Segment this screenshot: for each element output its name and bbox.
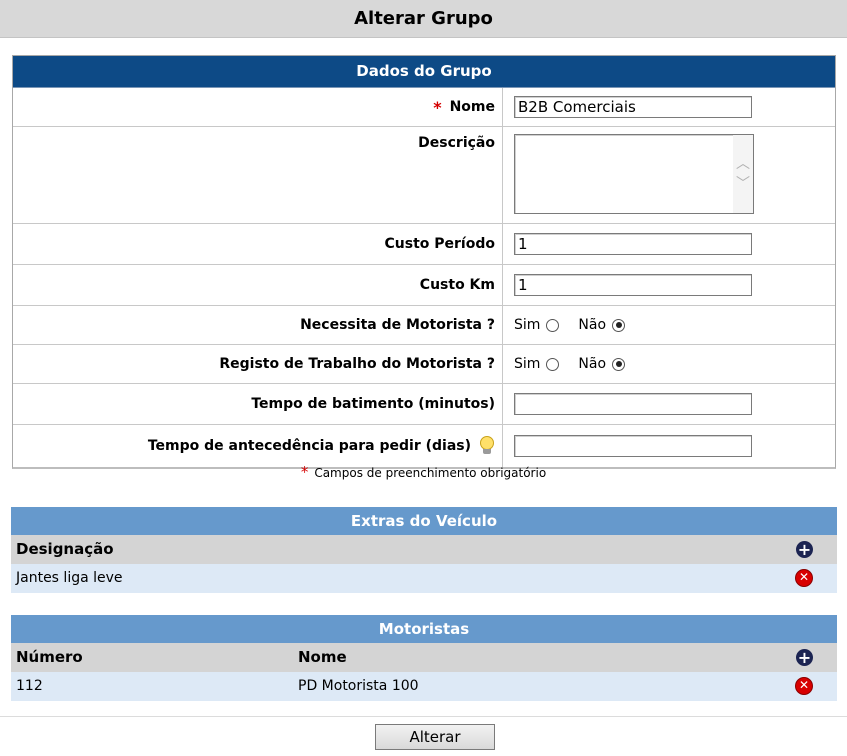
registo-sim-label: Sim xyxy=(514,356,541,372)
tempo-antecedencia-label-cell: Tempo de antecedência para pedir (dias) xyxy=(13,425,503,467)
column-designacao: Designação xyxy=(16,540,114,558)
custo-km-label: Custo Km xyxy=(419,277,495,293)
descricao-value-cell: ︿ ﹀ xyxy=(503,127,835,223)
registo-sim-radio[interactable] xyxy=(546,357,560,371)
delete-extra-icon[interactable]: ✕ xyxy=(795,569,813,587)
registo-nao-radio[interactable] xyxy=(612,357,626,371)
registo-label-cell: Registo de Trabalho do Motorista ? xyxy=(13,345,503,383)
nome-value-cell: B2B Comerciais xyxy=(503,88,835,126)
motoristas-header: Número Nome + xyxy=(11,643,837,672)
row-registo-trabalho: Registo de Trabalho do Motorista ? Sim N… xyxy=(13,345,835,384)
row-tempo-antecedencia: Tempo de antecedência para pedir (dias) xyxy=(13,425,835,467)
descricao-label-cell: Descrição xyxy=(13,127,503,223)
required-note-text: Campos de preenchimento obrigatório xyxy=(314,466,547,480)
scroll-up-icon[interactable]: ︿ xyxy=(736,154,750,174)
table-row: 112 PD Motorista 100 ✕ xyxy=(11,672,837,701)
extras-title: Extras do Veículo xyxy=(11,507,837,535)
necessita-label: Necessita de Motorista ? xyxy=(300,317,495,333)
registo-nao-label: Não xyxy=(578,356,607,372)
row-descricao: Descrição ︿ ﹀ xyxy=(13,127,835,224)
add-extra-icon[interactable]: + xyxy=(796,541,813,558)
custo-periodo-input[interactable]: 1 xyxy=(514,233,752,255)
add-motorista-icon[interactable]: + xyxy=(796,649,813,666)
row-tempo-batimento: Tempo de batimento (minutos) xyxy=(13,384,835,425)
row-nome: * Nome B2B Comerciais xyxy=(13,88,835,127)
scroll-down-icon[interactable]: ﹀ xyxy=(736,174,750,194)
tempo-antecedencia-value-cell xyxy=(503,425,835,467)
column-nome: Nome xyxy=(298,648,347,666)
form-title: Dados do Grupo xyxy=(13,56,835,88)
custo-km-label-cell: Custo Km xyxy=(13,265,503,305)
custo-km-input[interactable]: 1 xyxy=(514,274,752,296)
alterar-button[interactable]: Alterar xyxy=(375,724,495,750)
descricao-label: Descrição xyxy=(418,135,495,151)
nome-label-cell: * Nome xyxy=(13,88,503,126)
row-custo-periodo: Custo Período 1 xyxy=(13,224,835,265)
required-mark: * xyxy=(300,463,309,481)
tempo-batimento-label-cell: Tempo de batimento (minutos) xyxy=(13,384,503,424)
necessita-nao-label: Não xyxy=(578,317,607,333)
extras-header: Designação + xyxy=(11,535,837,564)
descricao-textarea[interactable]: ︿ ﹀ xyxy=(514,134,754,214)
custo-periodo-label-cell: Custo Período xyxy=(13,224,503,264)
necessita-sim-label: Sim xyxy=(514,317,541,333)
row-necessita-motorista: Necessita de Motorista ? Sim Não xyxy=(13,306,835,345)
tempo-batimento-input[interactable] xyxy=(514,393,752,415)
tempo-antecedencia-input[interactable] xyxy=(514,435,752,457)
motoristas-section: Motoristas Número Nome + 112 PD Motorist… xyxy=(11,615,837,701)
tempo-batimento-value-cell xyxy=(503,384,835,424)
column-numero: Número xyxy=(16,648,83,666)
custo-periodo-label: Custo Período xyxy=(384,236,495,252)
table-row: Jantes liga leve ✕ xyxy=(11,564,837,593)
required-note: * Campos de preenchimento obrigatório xyxy=(0,463,847,481)
required-mark: * xyxy=(433,97,442,117)
row-custo-km: Custo Km 1 xyxy=(13,265,835,306)
necessita-label-cell: Necessita de Motorista ? xyxy=(13,306,503,344)
motorista-numero: 112 xyxy=(16,678,43,694)
extra-designacao: Jantes liga leve xyxy=(16,570,123,586)
tempo-antecedencia-label: Tempo de antecedência para pedir (dias) xyxy=(147,438,471,454)
necessita-sim-radio[interactable] xyxy=(546,318,560,332)
action-bar: Alterar xyxy=(0,716,847,756)
tempo-batimento-label: Tempo de batimento (minutos) xyxy=(251,396,495,412)
registo-value-cell: Sim Não xyxy=(503,345,835,383)
necessita-nao-radio[interactable] xyxy=(612,318,626,332)
nome-input[interactable]: B2B Comerciais xyxy=(514,96,752,118)
delete-motorista-icon[interactable]: ✕ xyxy=(795,677,813,695)
necessita-value-cell: Sim Não xyxy=(503,306,835,344)
textarea-scrollbar[interactable]: ︿ ﹀ xyxy=(733,135,753,213)
extras-section: Extras do Veículo Designação + Jantes li… xyxy=(11,507,837,593)
nome-label: Nome xyxy=(449,99,495,115)
motorista-nome: PD Motorista 100 xyxy=(298,678,419,694)
motoristas-title: Motoristas xyxy=(11,615,837,643)
custo-periodo-value-cell: 1 xyxy=(503,224,835,264)
group-form: Dados do Grupo * Nome B2B Comerciais Des… xyxy=(12,55,836,469)
page-title: Alterar Grupo xyxy=(0,0,847,38)
custo-km-value-cell: 1 xyxy=(503,265,835,305)
registo-label: Registo de Trabalho do Motorista ? xyxy=(219,356,495,372)
lightbulb-icon[interactable] xyxy=(479,436,495,456)
